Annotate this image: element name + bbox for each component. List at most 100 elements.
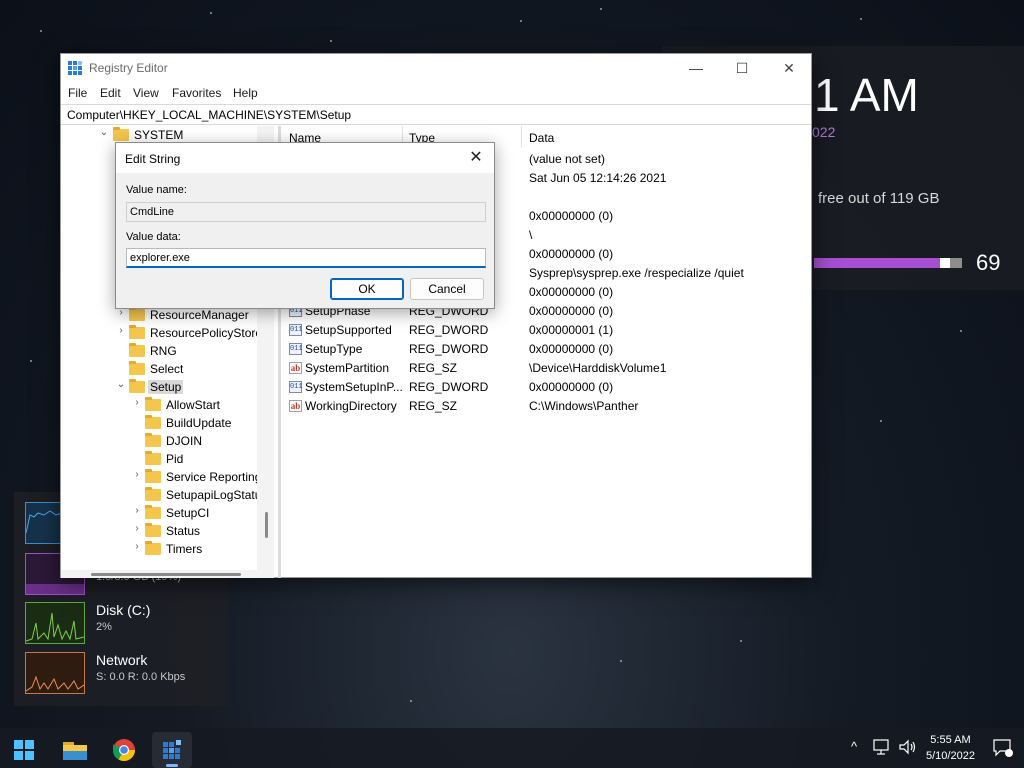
dialog-close-button[interactable]: ✕ [458, 143, 494, 173]
value-data: 0x00000000 (0) [529, 342, 614, 356]
network-status-icon [873, 739, 889, 755]
tree-item-label: BuildUpdate [166, 416, 232, 430]
folder-icon [129, 307, 145, 321]
disk-graph-line [25, 612, 85, 642]
taskbar: ^ 5:55 AM 5/10/2022 [0, 728, 1024, 768]
minimize-button[interactable]: — [673, 54, 719, 82]
value-type: REG_DWORD [409, 342, 489, 356]
tree-item-allowstart[interactable]: › AllowStart [61, 396, 257, 414]
storage-text: free out of 119 GB [818, 190, 940, 207]
registry-editor-icon [163, 740, 181, 759]
chevron-down-icon[interactable]: ⌄ [99, 127, 109, 138]
dword-value-icon: 011 [289, 324, 303, 336]
clock-date-text: 5/10/2022 [926, 750, 975, 762]
value-type: REG_SZ [409, 399, 458, 413]
usage-bar [814, 258, 962, 268]
tree-item-setupapilogstatus[interactable]: SetupapiLogStatu [61, 486, 261, 504]
value-data-field[interactable] [126, 248, 486, 268]
menu-favorites[interactable]: Favorites [172, 86, 221, 100]
chevron-right-icon[interactable]: › [132, 523, 142, 534]
file-explorer-button[interactable] [55, 732, 95, 768]
string-value-icon: ab [289, 400, 302, 412]
tree-item-label: Service Reporting [166, 470, 262, 484]
value-data: Sat Jun 05 12:14:26 2021 [529, 171, 667, 185]
list-row-setupsupported[interactable]: 011 SetupSupported REG_DWORD 0x00000001 … [281, 321, 811, 340]
column-divider[interactable] [521, 126, 522, 148]
list-row-systemsetupinprogress[interactable]: 011 SystemSetupInP... REG_DWORD 0x000000… [281, 378, 811, 397]
star [210, 12, 212, 14]
close-button[interactable]: ✕ [766, 54, 812, 82]
show-hidden-icons-chevron[interactable]: ^ [851, 739, 857, 754]
tree-item-label: ResourceManager [150, 308, 249, 322]
volume-icon[interactable] [898, 738, 918, 756]
scrollbar-thumb[interactable] [91, 573, 241, 576]
value-type: REG_DWORD [409, 323, 489, 337]
folder-icon [129, 361, 145, 375]
value-name-field[interactable] [126, 202, 486, 222]
chevron-right-icon[interactable]: › [116, 325, 126, 336]
menu-file[interactable]: File [68, 86, 87, 100]
network-icon[interactable] [872, 738, 892, 756]
menu-edit[interactable]: Edit [100, 86, 121, 100]
tree-item-label: Setup [148, 380, 184, 394]
list-row-systempartition[interactable]: ab SystemPartition REG_SZ \Device\Harddi… [281, 359, 811, 378]
tree-item-buildupdate[interactable]: BuildUpdate [61, 414, 257, 432]
value-data: 0x00000000 (0) [529, 380, 614, 394]
star [620, 660, 622, 662]
folder-icon [145, 451, 161, 465]
folder-icon [145, 523, 161, 537]
start-button[interactable] [4, 732, 44, 768]
menu-view[interactable]: View [133, 86, 159, 100]
cancel-button[interactable]: Cancel [410, 278, 484, 300]
tree-item-setupci[interactable]: › SetupCI [61, 504, 257, 522]
registry-editor-taskbar-button[interactable] [152, 732, 192, 768]
star [30, 360, 32, 362]
speaker-icon [899, 739, 916, 755]
ok-button[interactable]: OK [330, 278, 404, 300]
tree-item-label: Status [166, 524, 201, 538]
tree-item-rng[interactable]: RNG [61, 342, 257, 360]
address-bar[interactable]: Computer\HKEY_LOCAL_MACHINE\SYSTEM\Setup [61, 104, 811, 125]
tree-item-pid[interactable]: Pid [61, 450, 257, 468]
menu-help[interactable]: Help [233, 86, 258, 100]
tree-item-service-reporting[interactable]: › Service Reporting [61, 468, 261, 486]
tree-item-status[interactable]: › Status [61, 522, 257, 540]
list-row-setuptype[interactable]: 011 SetupType REG_DWORD 0x00000000 (0) [281, 340, 811, 359]
chevron-down-icon[interactable]: ⌄ [116, 379, 126, 390]
dialog-title: Edit String [125, 152, 181, 166]
tree-item-label: Timers [166, 542, 203, 556]
window-titlebar[interactable]: Registry Editor — ☐ ✕ [61, 54, 811, 82]
tree-item-resourcepolicystore[interactable]: › ResourcePolicyStore [61, 324, 262, 342]
list-row-workingdirectory[interactable]: ab WorkingDirectory REG_SZ C:\Windows\Pa… [281, 397, 811, 416]
tree-horizontal-scrollbar[interactable] [61, 570, 257, 578]
folder-icon [145, 487, 161, 501]
scrollbar-thumb[interactable] [265, 512, 268, 538]
chrome-button[interactable] [104, 732, 144, 768]
tree-item-timers[interactable]: › Timers [61, 540, 257, 558]
maximize-button[interactable]: ☐ [719, 54, 765, 82]
value-type: REG_SZ [409, 361, 458, 375]
notifications-button[interactable] [992, 738, 1014, 758]
address-path: Computer\HKEY_LOCAL_MACHINE\SYSTEM\Setup [67, 108, 352, 122]
dialog-titlebar[interactable]: Edit String ✕ [116, 143, 494, 173]
tree-item-label: SYSTEM [134, 128, 184, 142]
tree-item-djoin[interactable]: DJOIN [61, 432, 257, 450]
chevron-right-icon[interactable]: › [132, 541, 142, 552]
tree-item-select[interactable]: Select [61, 360, 257, 378]
star [40, 30, 42, 32]
chevron-right-icon[interactable]: › [132, 397, 142, 408]
chevron-right-icon[interactable]: › [132, 505, 142, 516]
value-data: 0x00000000 (0) [529, 304, 614, 318]
disk-graph [25, 602, 85, 644]
column-header-data[interactable]: Data [529, 131, 554, 145]
system-clock[interactable]: 5:55 AM 5/10/2022 [926, 732, 975, 764]
network-graph [25, 652, 85, 694]
tree-item-setup[interactable]: ⌄ Setup [61, 378, 257, 396]
tree-item-label: RNG [150, 344, 177, 358]
window-title: Registry Editor [89, 61, 168, 75]
value-data: 0x00000000 (0) [529, 247, 614, 261]
tree-item-label: ResourcePolicyStore [150, 326, 263, 340]
notification-icon [993, 739, 1013, 757]
folder-icon [129, 379, 145, 393]
chevron-right-icon[interactable]: › [132, 469, 142, 480]
